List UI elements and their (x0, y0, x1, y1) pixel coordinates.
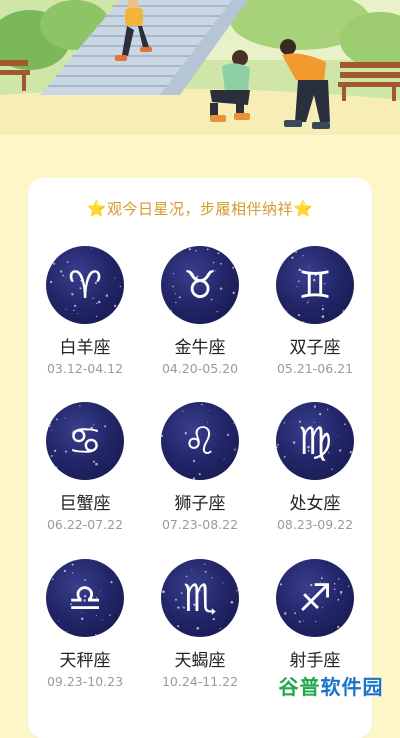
gemini-icon[interactable]: ♊︎ (276, 246, 354, 324)
zodiac-name: 天蝎座 (174, 651, 226, 671)
zodiac-date-range: 06.22-07.22 (46, 517, 124, 532)
svg-text:♉︎: ♉︎ (183, 263, 217, 307)
zodiac-sign-item[interactable]: ♊︎ 双子座 05.21-06.21 (260, 246, 370, 376)
zodiac-date-range: 05.21-06.21 (276, 361, 354, 376)
zodiac-date-range: 07.23-08.22 (161, 517, 239, 532)
zodiac-sign-item[interactable]: ♌︎ 狮子座 07.23-08.22 (145, 402, 255, 532)
svg-text:♍︎: ♍︎ (298, 419, 332, 463)
zodiac-sign-item[interactable]: ♏︎ 天蝎座 10.24-11.22 (145, 559, 255, 689)
zodiac-name: 处女座 (289, 494, 341, 514)
zodiac-name: 射手座 (289, 651, 341, 671)
svg-text:♋︎: ♋︎ (68, 419, 102, 463)
zodiac-sign-item[interactable]: ♋︎ 巨蟹座 06.22-07.22 (30, 402, 140, 532)
virgo-icon[interactable]: ♍︎ (276, 402, 354, 480)
libra-icon[interactable]: ♎︎ (46, 559, 124, 637)
svg-text:♏︎: ♏︎ (183, 576, 217, 620)
zodiac-date-range: 09.23-10.23 (46, 674, 124, 689)
daily-horoscope-slogan: ⭐观今日星况，步履相伴纳祥⭐ (28, 198, 372, 219)
zodiac-sign-item[interactable]: ♎︎ 天秤座 09.23-10.23 (30, 559, 140, 689)
star-icon: ⭐ (293, 199, 314, 218)
svg-text:♌︎: ♌︎ (183, 419, 217, 463)
zodiac-name: 狮子座 (174, 494, 226, 514)
zodiac-card: ⭐观今日星况，步履相伴纳祥⭐ ♈︎ 白羊座 03.12-04.12 ♉︎ 金牛座 04.2… (28, 178, 372, 738)
hero-illustration (0, 0, 400, 135)
zodiac-sign-item[interactable]: ♉︎ 金牛座 04.20-05.20 (145, 246, 255, 376)
zodiac-name: 天秤座 (59, 651, 111, 671)
taurus-icon[interactable]: ♉︎ (161, 246, 239, 324)
zodiac-date-range: 08.23-09.22 (276, 517, 354, 532)
svg-text:♈︎: ♈︎ (68, 263, 102, 307)
aries-icon[interactable]: ♈︎ (46, 246, 124, 324)
scorpio-icon[interactable]: ♏︎ (161, 559, 239, 637)
zodiac-date-range: 04.20-05.20 (161, 361, 239, 376)
sagittarius-icon[interactable]: ♐︎ (276, 559, 354, 637)
svg-text:♊︎: ♊︎ (298, 263, 332, 307)
zodiac-sign-item[interactable]: ♐︎ 射手座 (260, 559, 370, 674)
watermark-logo: 谷普软件园 (278, 675, 384, 699)
svg-text:♎︎: ♎︎ (68, 576, 102, 620)
zodiac-name: 白羊座 (59, 338, 111, 358)
zodiac-date-range: 03.12-04.12 (46, 361, 124, 376)
slogan-text: 观今日星况，步履相伴纳祥 (106, 200, 293, 218)
zodiac-sign-item[interactable]: ♈︎ 白羊座 03.12-04.12 (30, 246, 140, 376)
star-icon: ⭐ (86, 199, 107, 218)
zodiac-name: 双子座 (289, 338, 341, 358)
svg-text:♐︎: ♐︎ (298, 576, 332, 620)
cancer-icon[interactable]: ♋︎ (46, 402, 124, 480)
zodiac-date-range: 10.24-11.22 (161, 674, 239, 689)
zodiac-sign-item[interactable]: ♍︎ 处女座 08.23-09.22 (260, 402, 370, 532)
zodiac-name: 金牛座 (174, 338, 226, 358)
zodiac-name: 巨蟹座 (59, 494, 111, 514)
leo-icon[interactable]: ♌︎ (161, 402, 239, 480)
